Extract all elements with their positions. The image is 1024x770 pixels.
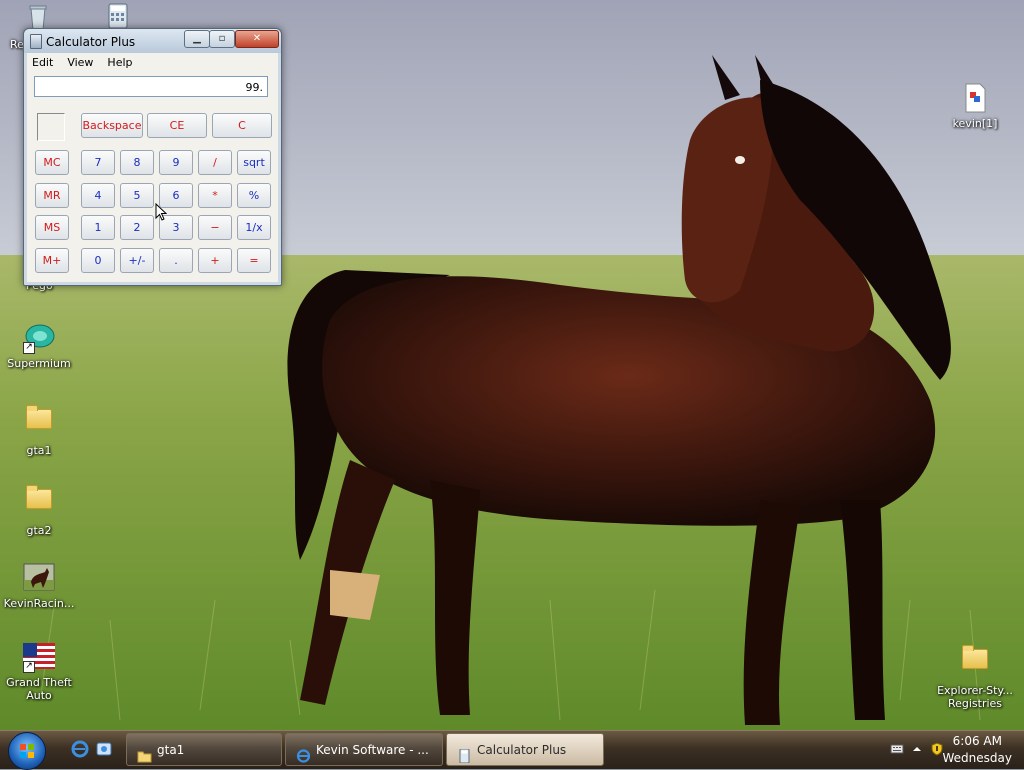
digit-5-button[interactable]: 5: [120, 183, 154, 208]
digit-0-button[interactable]: 0: [81, 248, 115, 273]
digit-8-button[interactable]: 8: [120, 150, 154, 175]
backspace-button[interactable]: Backspace: [81, 113, 143, 138]
supermium-icon: ↗: [23, 322, 55, 354]
memory-clear-button[interactable]: MC: [35, 150, 69, 175]
digit-4-button[interactable]: 4: [81, 183, 115, 208]
clock-day[interactable]: Wednesday: [943, 751, 1012, 765]
subtract-button[interactable]: −: [198, 215, 232, 240]
keyboard-icon[interactable]: [890, 742, 904, 756]
desktop-icon-label: Supermium: [7, 357, 71, 370]
memory-store-button[interactable]: MS: [35, 215, 69, 240]
clear-button[interactable]: C: [212, 113, 272, 138]
show-desktop-icon[interactable]: [95, 740, 113, 758]
start-button[interactable]: [8, 732, 46, 770]
system-tray: 6:06 AM Wednesday: [884, 731, 1024, 769]
minimize-button[interactable]: ▁: [184, 30, 210, 48]
digit-9-button[interactable]: 9: [159, 150, 193, 175]
taskbar-item-calculator-plus[interactable]: Calculator Plus: [446, 733, 604, 766]
ie-quicklaunch-icon[interactable]: [71, 740, 89, 758]
desktop-icon-explorer-style-registries[interactable]: Explorer-Sty... Registries: [937, 642, 1013, 710]
window-title: Calculator Plus: [46, 35, 136, 49]
calculator-display: 99.: [34, 76, 268, 97]
multiply-button[interactable]: *: [198, 183, 232, 208]
digit-1-button[interactable]: 1: [81, 215, 115, 240]
desktop-icon-label: KevinRacin...: [3, 597, 75, 610]
desktop-icon-kevin1[interactable]: kevin[1]: [937, 82, 1013, 130]
desktop-icon-label: kevin[1]: [952, 117, 998, 130]
document-icon: [959, 82, 991, 114]
taskbar-item-gta1[interactable]: gta1: [126, 733, 282, 766]
maximize-button[interactable]: ▫: [209, 30, 235, 48]
folder-icon: [137, 743, 152, 763]
divide-button[interactable]: /: [198, 150, 232, 175]
memory-add-button[interactable]: M+: [35, 248, 69, 273]
folder-icon: [959, 645, 991, 681]
sqrt-button[interactable]: sqrt: [237, 150, 271, 175]
menu-edit[interactable]: Edit: [32, 53, 53, 73]
reciprocal-button[interactable]: 1/x: [237, 215, 271, 240]
mouse-cursor-icon: [155, 203, 167, 221]
task-label: gta1: [157, 743, 185, 757]
shortcut-arrow-icon: ↗: [23, 661, 35, 673]
decimal-point-button[interactable]: .: [159, 248, 193, 273]
add-button[interactable]: +: [198, 248, 232, 273]
calculator-icon: [457, 743, 472, 764]
taskbar: gta1 Kevin Software - ... Calculator Plu…: [0, 730, 1024, 770]
calculator-window[interactable]: Calculator Plus ▁ ▫ ✕ Edit View Help 99.…: [23, 28, 282, 286]
desktop-icon-label: Re: [10, 38, 24, 51]
horse-image-icon: [23, 562, 55, 594]
desktop-icon-kevinracing[interactable]: KevinRacin...: [1, 562, 77, 610]
ie-icon: [296, 743, 311, 763]
desktop-icon-label: gta1: [26, 444, 52, 457]
menu-view[interactable]: View: [67, 53, 93, 73]
task-label: Kevin Software - ...: [316, 743, 429, 757]
sign-toggle-button[interactable]: +/-: [120, 248, 154, 273]
desktop-icon-grand-theft-auto[interactable]: ↗ Grand Theft Auto: [1, 641, 77, 702]
calculator-icon: [30, 34, 42, 49]
ce-button[interactable]: CE: [147, 113, 207, 138]
task-label: Calculator Plus: [477, 743, 567, 757]
desktop-icon-supermium[interactable]: ↗ Supermium: [1, 322, 77, 370]
memory-recall-button[interactable]: MR: [35, 183, 69, 208]
calculator-titlebar[interactable]: Calculator Plus ▁ ▫ ✕: [24, 29, 281, 53]
show-hidden-icons-chevron-up-icon[interactable]: [910, 742, 924, 756]
calculator-body: Edit View Help 99. Backspace CE C MC 7 8…: [27, 53, 278, 282]
shortcut-arrow-icon: ↗: [23, 342, 35, 354]
menu-help[interactable]: Help: [107, 53, 132, 73]
folder-icon: [23, 405, 55, 441]
clock-time[interactable]: 6:06 AM: [953, 734, 1002, 748]
close-button[interactable]: ✕: [235, 30, 279, 48]
menu-bar: Edit View Help: [27, 53, 278, 73]
digit-2-button[interactable]: 2: [120, 215, 154, 240]
desktop-icon-label: gta2: [26, 524, 52, 537]
windows-logo-icon: [20, 744, 34, 758]
equals-button[interactable]: =: [237, 248, 271, 273]
memory-indicator: [37, 113, 65, 141]
folder-icon: [23, 485, 55, 521]
percent-button[interactable]: %: [237, 183, 271, 208]
taskbar-item-kevin-software[interactable]: Kevin Software - ...: [285, 733, 443, 766]
gta-flag-icon: ↗: [23, 641, 55, 673]
desktop-icon-gta1[interactable]: gta1: [1, 402, 77, 457]
desktop-icon-gta2[interactable]: gta2: [1, 482, 77, 537]
desktop-icon-label: Explorer-Sty... Registries: [937, 684, 1013, 710]
digit-7-button[interactable]: 7: [81, 150, 115, 175]
desktop-icon-label: Grand Theft Auto: [6, 676, 72, 702]
